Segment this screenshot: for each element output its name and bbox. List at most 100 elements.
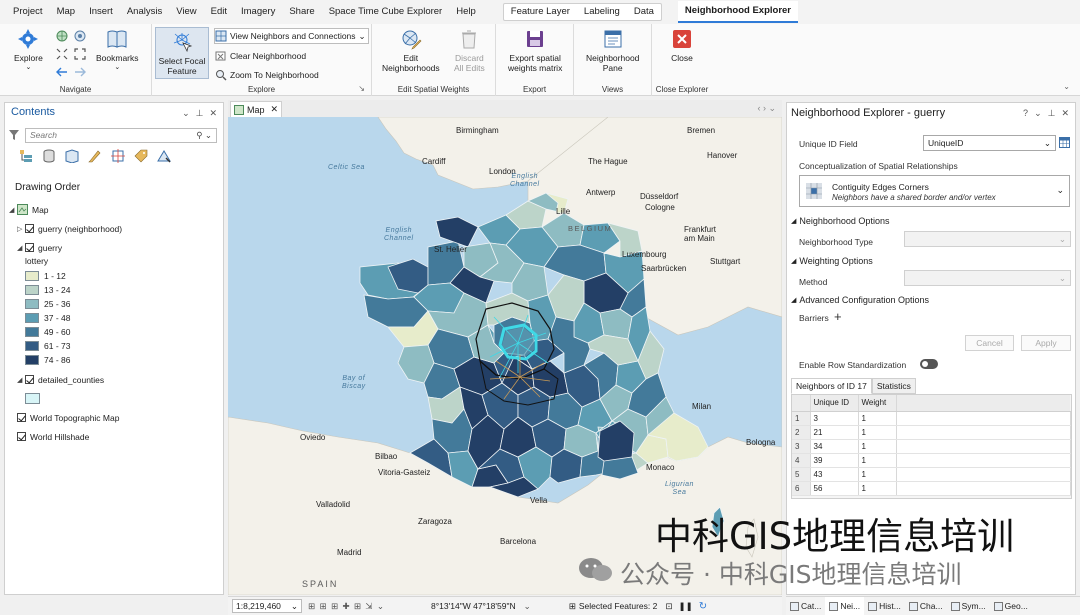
row-unique-id[interactable]: 3 [810, 411, 859, 426]
dock-tab-geoprocessing[interactable]: Geo... [990, 597, 1032, 615]
weighting-options-section[interactable]: ◢ Weighting Options [791, 256, 873, 266]
list-by-drawing-order-icon[interactable] [19, 149, 33, 163]
topographic-checkbox[interactable] [17, 413, 26, 422]
guerry-checkbox[interactable] [25, 243, 34, 252]
row-standardization-toggle[interactable] [920, 359, 938, 369]
tab-labeling[interactable]: Labeling [577, 3, 627, 21]
region[interactable] [599, 308, 633, 340]
close-explorer-button[interactable]: Close [671, 28, 693, 63]
map-view-tab[interactable]: Map ✕ [230, 101, 282, 117]
clear-neighborhood-button[interactable]: Clear Neighborhood [215, 48, 306, 64]
apply-button[interactable]: Apply [1021, 335, 1071, 351]
menu-analysis[interactable]: Analysis [120, 0, 169, 24]
tab-neighborhood-explorer[interactable]: Neighborhood Explorer [677, 1, 799, 23]
tree-row-map[interactable]: ◢ Map [9, 200, 219, 219]
add-barrier-icon[interactable]: + [834, 309, 842, 324]
menu-edit[interactable]: Edit [204, 0, 234, 24]
collapse-triangle-icon[interactable]: ◢ [17, 376, 25, 384]
tree-row-hillshade[interactable]: World Hillshade [17, 427, 89, 446]
detailed-counties-checkbox[interactable] [25, 375, 34, 384]
select-focal-feature-button[interactable]: Select Focal Feature [155, 27, 209, 79]
collapse-triangle-icon[interactable]: ◢ [9, 206, 17, 214]
pin-icon[interactable]: ⊥ [1048, 108, 1056, 119]
refresh-icon[interactable]: ↻ [699, 601, 707, 612]
table-row[interactable]: 6 56 1 [792, 481, 1071, 496]
menu-map[interactable]: Map [50, 0, 82, 24]
dock-tab-charts[interactable]: Cha... [905, 597, 947, 615]
full-extent-icon[interactable] [74, 30, 86, 42]
list-by-snapping-icon[interactable] [111, 149, 125, 163]
coordinate-chevron-icon[interactable]: ⌄ [524, 601, 531, 612]
globe-icon[interactable] [56, 30, 68, 42]
table-row[interactable]: 131 [792, 411, 1071, 426]
neighborhood-options-section[interactable]: ◢ Neighborhood Options [791, 216, 889, 226]
explore-button[interactable]: Explore ⌄ [14, 28, 43, 73]
dock-tab-history[interactable]: Hist... [864, 597, 905, 615]
region[interactable] [435, 216, 479, 248]
ribbon-collapse-icon[interactable]: ⌄ [1063, 82, 1070, 91]
tab-scroll-arrows-icon[interactable]: ‹ › ⌄ [757, 103, 776, 114]
menu-space-time-cube[interactable]: Space Time Cube Explorer [322, 0, 450, 24]
weight-column-header[interactable]: Weight [858, 395, 897, 412]
expand-triangle-icon[interactable]: ▷ [17, 225, 25, 233]
method-select[interactable]: ⌄ [904, 270, 1071, 286]
tab-statistics[interactable]: Statistics [871, 378, 916, 394]
tab-neighbors[interactable]: Neighbors of ID 17 [791, 378, 872, 394]
neighborhood-pane-button[interactable]: Neighborhood Pane [586, 28, 639, 73]
pause-drawing-icon[interactable]: ❚❚ [678, 601, 692, 612]
tree-row-guerry[interactable]: ◢ guerry [9, 238, 219, 257]
zoom-out-fixed-icon[interactable] [74, 48, 86, 60]
row-unique-id[interactable]: 21 [810, 425, 859, 440]
menu-project[interactable]: Project [6, 0, 50, 24]
map-tab-close-icon[interactable]: ✕ [271, 104, 279, 115]
row-weight[interactable]: 1 [858, 481, 897, 496]
contents-search-input[interactable]: Search ⚲ ⌄ [25, 127, 217, 143]
row-weight[interactable]: 1 [858, 453, 897, 468]
dock-tab-symbology[interactable]: Sym... [947, 597, 990, 615]
list-by-labeling-icon[interactable] [134, 149, 148, 163]
back-arrow-icon[interactable] [56, 66, 68, 78]
unique-id-column-header[interactable]: Unique ID [810, 395, 859, 412]
list-by-selection-icon[interactable] [65, 149, 79, 163]
guerry-neighborhood-checkbox[interactable] [25, 224, 34, 233]
row-weight[interactable]: 1 [858, 439, 897, 454]
menu-view[interactable]: View [169, 0, 203, 24]
dock-tab-catalog[interactable]: Cat... [786, 597, 825, 615]
menu-help[interactable]: Help [449, 0, 483, 24]
view-neighbors-dropdown[interactable]: View Neighbors and Connections ⌄ [214, 28, 369, 44]
cancel-button[interactable]: Cancel [965, 335, 1014, 351]
zoom-in-fixed-icon[interactable] [56, 48, 68, 60]
filter-icon[interactable] [9, 130, 19, 140]
pane-options-icon[interactable]: ⌄ [182, 108, 190, 119]
collapse-triangle-icon[interactable]: ◢ [17, 244, 25, 252]
edit-neighborhoods-button[interactable]: Edit Neighborhoods [382, 28, 440, 73]
discard-all-edits-button[interactable]: Discard All Edits [454, 28, 485, 73]
map-tool-icons[interactable]: ⊞ ⊞ ⊞ ✚ ⊞ ⇲ ⌄ [308, 601, 385, 612]
row-unique-id[interactable]: 39 [810, 453, 859, 468]
table-row[interactable]: 3 34 1 [792, 439, 1071, 454]
menu-insert[interactable]: Insert [82, 0, 120, 24]
list-by-source-icon[interactable] [42, 149, 56, 163]
help-icon[interactable]: ? [1023, 108, 1028, 119]
table-row[interactable]: 4 39 1 [792, 453, 1071, 468]
tab-feature-layer[interactable]: Feature Layer [504, 3, 577, 21]
forward-arrow-icon[interactable] [74, 66, 86, 78]
row-weight[interactable]: 1 [858, 411, 897, 426]
tree-row-guerry-neighborhood[interactable]: ▷ guerry (neighborhood) [9, 219, 219, 238]
tab-data[interactable]: Data [627, 3, 661, 21]
export-weights-button[interactable]: Export spatial weights matrix [508, 28, 562, 73]
row-weight[interactable]: 1 [858, 425, 897, 440]
close-pane-icon[interactable]: ✕ [209, 108, 217, 119]
advanced-options-section[interactable]: ◢ Advanced Configuration Options [791, 295, 929, 305]
table-row[interactable]: 2 21 1 [792, 425, 1071, 440]
tree-row-topographic[interactable]: World Topographic Map [17, 408, 119, 427]
selection-toggle-icon[interactable]: ⊡ [665, 601, 672, 612]
row-weight[interactable]: 1 [858, 467, 897, 482]
row-unique-id[interactable]: 43 [810, 467, 859, 482]
zoom-to-neighborhood-button[interactable]: Zoom To Neighborhood [215, 67, 319, 83]
row-unique-id[interactable]: 56 [810, 481, 859, 496]
neighborhood-type-select[interactable]: ⌄ [904, 231, 1071, 247]
bookmarks-button[interactable]: Bookmarks ⌄ [96, 28, 139, 73]
hillshade-checkbox[interactable] [17, 432, 26, 441]
close-pane-icon[interactable]: ✕ [1061, 108, 1069, 119]
